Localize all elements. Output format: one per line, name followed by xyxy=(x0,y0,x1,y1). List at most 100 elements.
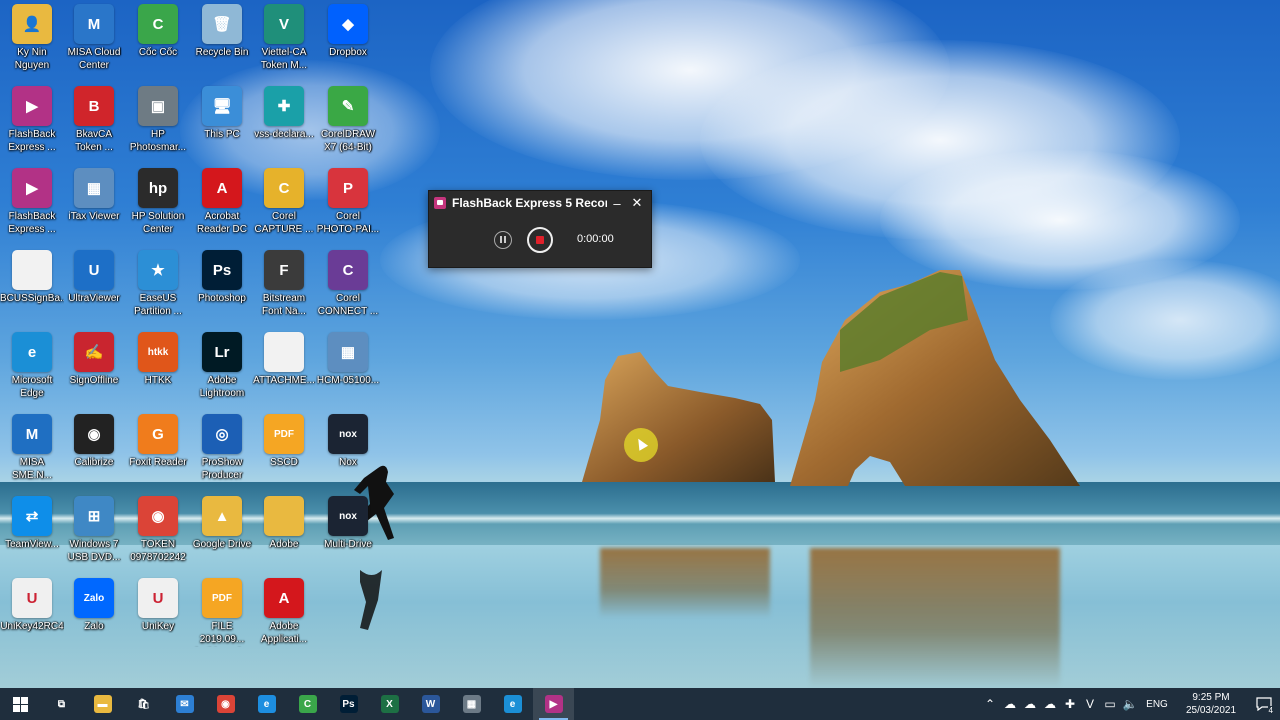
task-view-button[interactable]: ⧉ xyxy=(41,688,82,720)
desktop-icon[interactable]: e Microsoft Edge xyxy=(0,328,64,408)
desktop-icon[interactable]: htkk HTKK xyxy=(126,328,190,408)
desktop-icon[interactable]: ◉ Calibrize xyxy=(62,410,126,490)
taskbar-excel[interactable]: X xyxy=(369,688,410,720)
desktop-icon[interactable]: ▦ HCM-05100... xyxy=(316,328,380,408)
taskbar-coccoc[interactable]: C xyxy=(287,688,328,720)
icon-glyph: ▶ xyxy=(26,180,38,197)
flashback-recorder-window[interactable]: FlashBack Express 5 Recor... – ✕ 0:00:00 xyxy=(428,190,652,268)
action-center-button[interactable]: 4 xyxy=(1248,688,1280,720)
desktop-icon[interactable]: ▦ iTax Viewer xyxy=(62,164,126,244)
desktop-icon[interactable]: U UltraViewer xyxy=(62,246,126,326)
desktop-icon-label: Photoshop xyxy=(198,293,246,304)
desktop-icon[interactable]: Adobe xyxy=(252,492,316,572)
desktop-icon-label: Corel PHOTO-PAI... xyxy=(316,211,380,235)
usb-token-icon[interactable]: ✚ xyxy=(1060,697,1080,711)
acrobat-reader-icon: A xyxy=(202,168,242,208)
taskbar-edge[interactable]: e xyxy=(492,688,533,720)
desktop-icon[interactable]: P Corel PHOTO-PAI... xyxy=(316,164,380,244)
cloud-icon[interactable]: ☁ xyxy=(1020,697,1040,711)
desktop-icon[interactable]: V Viettel-CA Token M... xyxy=(252,0,316,80)
desktop-icon[interactable]: A Acrobat Reader DC xyxy=(190,164,254,244)
icon-glyph: F xyxy=(279,261,289,279)
desktop-icon[interactable]: ⇄ TeamView... xyxy=(0,492,64,572)
itax-viewer-icon: ▦ xyxy=(74,168,114,208)
nox-icon: nox xyxy=(328,414,368,454)
stop-button[interactable] xyxy=(527,227,553,253)
desktop-icon-label: Cốc Cốc xyxy=(138,47,178,58)
close-button[interactable]: ✕ xyxy=(627,195,647,211)
desktop-icon[interactable]: BCUSSignBa... xyxy=(0,246,64,326)
desktop-icon[interactable]: ★ EaseUS Partition ... xyxy=(126,246,190,326)
desktop-icon[interactable]: ✚ vss-declara... xyxy=(252,82,316,162)
desktop-icon[interactable]: M MISA SME.N... xyxy=(0,410,64,490)
taskbar-photoshop[interactable]: Ps xyxy=(328,688,369,720)
desktop-icon[interactable]: ✎ CorelDRAW X7 (64-Bit) xyxy=(316,82,380,162)
desktop[interactable]: 👤 Ky Nin Nguyen M MISA Cloud Center C Cốc Cốc… xyxy=(0,0,1280,688)
desktop-icon[interactable]: ▲ Google Drive xyxy=(190,492,254,572)
desktop-icon[interactable]: ◉ TOKEN 0978702242 xyxy=(126,492,190,572)
chevron-up-icon[interactable]: ⌃ xyxy=(980,697,1000,711)
recycle-bin-icon: 🗑 xyxy=(202,4,242,44)
desktop-icon-label: UniKey42RC4 xyxy=(0,621,64,632)
desktop-icon[interactable]: Zalo Zalo xyxy=(62,574,126,654)
desktop-icon[interactable]: C Corel CAPTURE ... xyxy=(252,164,316,244)
taskbar-internet-explorer[interactable]: e xyxy=(246,688,287,720)
desktop-icon-label: MISA SME.N... xyxy=(11,457,52,481)
pause-button[interactable] xyxy=(494,231,512,249)
desktop-icon[interactable]: ◎ ProShow Producer xyxy=(190,410,254,490)
desktop-icon-label: HTKK xyxy=(144,375,172,386)
desktop-icon[interactable]: Ps Photoshop xyxy=(190,246,254,326)
minimize-button[interactable]: – xyxy=(607,196,627,211)
desktop-icon[interactable]: ATTACHME... xyxy=(252,328,316,408)
desktop-icon[interactable]: nox Nox xyxy=(316,410,380,490)
speaker-icon[interactable]: 🔈 xyxy=(1120,697,1140,711)
coccoc-browser-icon: C xyxy=(138,4,178,44)
cloud-icon[interactable]: ☁ xyxy=(1040,697,1060,711)
desktop-icon[interactable]: ⊞ Windows 7 USB DVD... xyxy=(62,492,126,572)
recorder-titlebar[interactable]: FlashBack Express 5 Recor... – ✕ xyxy=(429,191,651,215)
desktop-icon[interactable]: C Cốc Cốc xyxy=(126,0,190,80)
chrome-icon: ◉ xyxy=(138,496,178,536)
desktop-icon[interactable]: 👤 Ky Nin Nguyen xyxy=(0,0,64,80)
desktop-icon[interactable]: M MISA Cloud Center xyxy=(62,0,126,80)
pdf-file-icon: PDF xyxy=(264,414,304,454)
desktop-icon[interactable]: Lr Adobe Lightroom xyxy=(190,328,254,408)
desktop-icon-label: Microsoft Edge xyxy=(11,375,53,399)
desktop-icon[interactable]: ◆ Dropbox xyxy=(316,0,380,80)
desktop-icon[interactable]: B BkavCA Token ... xyxy=(62,82,126,162)
desktop-icon[interactable]: C Corel CONNECT ... xyxy=(316,246,380,326)
desktop-icon[interactable]: PDF SSCD xyxy=(252,410,316,490)
monitor-icon[interactable]: ▭ xyxy=(1100,697,1120,711)
desktop-icon[interactable]: nox Multi-Drive xyxy=(316,492,380,572)
desktop-icon[interactable]: G Foxit Reader xyxy=(126,410,190,490)
desktop-icon[interactable]: U UniKey xyxy=(126,574,190,654)
desktop-icon[interactable]: PDF FILE 2019.09... de thi can b... xyxy=(190,574,254,654)
taskbar-mail[interactable]: ✉ xyxy=(164,688,205,720)
cloud-icon[interactable]: ☁ xyxy=(1000,697,1020,711)
desktop-icon[interactable]: hp HP Solution Center xyxy=(126,164,190,244)
desktop-icon[interactable]: A Adobe Applicati... xyxy=(252,574,316,654)
desktop-icon[interactable]: ▶ FlashBack Express ... xyxy=(0,164,64,244)
desktop-icon-label: FlashBack Express ... xyxy=(8,211,56,235)
taskbar-word[interactable]: W xyxy=(410,688,451,720)
desktop-icon[interactable]: ✍ SignOffline xyxy=(62,328,126,408)
desktop-icon[interactable]: 🗑 Recycle Bin xyxy=(190,0,254,80)
taskbar-store[interactable]: 🛍 xyxy=(123,688,164,720)
input-language[interactable]: ENG xyxy=(1140,699,1174,710)
v-icon[interactable]: V xyxy=(1080,697,1100,711)
notification-count: 4 xyxy=(1267,706,1274,715)
desktop-icon[interactable]: ▣ HP Photosmar... xyxy=(126,82,190,162)
taskbar-file-explorer[interactable]: ▬ xyxy=(82,688,123,720)
clock[interactable]: 9:25 PM 25/03/2021 xyxy=(1174,691,1248,717)
taskbar-flashback[interactable]: ▶ xyxy=(533,688,574,720)
flashback-icon: ▶ xyxy=(12,86,52,126)
desktop-icon[interactable]: U UniKey42RC4 xyxy=(0,574,64,654)
coccoc-browser-icon: C xyxy=(298,695,317,713)
start-button[interactable] xyxy=(0,688,41,720)
taskbar-calculator[interactable]: ▦ xyxy=(451,688,492,720)
rock-reflection xyxy=(810,548,1060,688)
desktop-icon[interactable]: ▶ FlashBack Express ... xyxy=(0,82,64,162)
desktop-icon[interactable]: F Bitstream Font Na... xyxy=(252,246,316,326)
desktop-icon[interactable]: 🖥 This PC xyxy=(190,82,254,162)
taskbar-chrome[interactable]: ◉ xyxy=(205,688,246,720)
